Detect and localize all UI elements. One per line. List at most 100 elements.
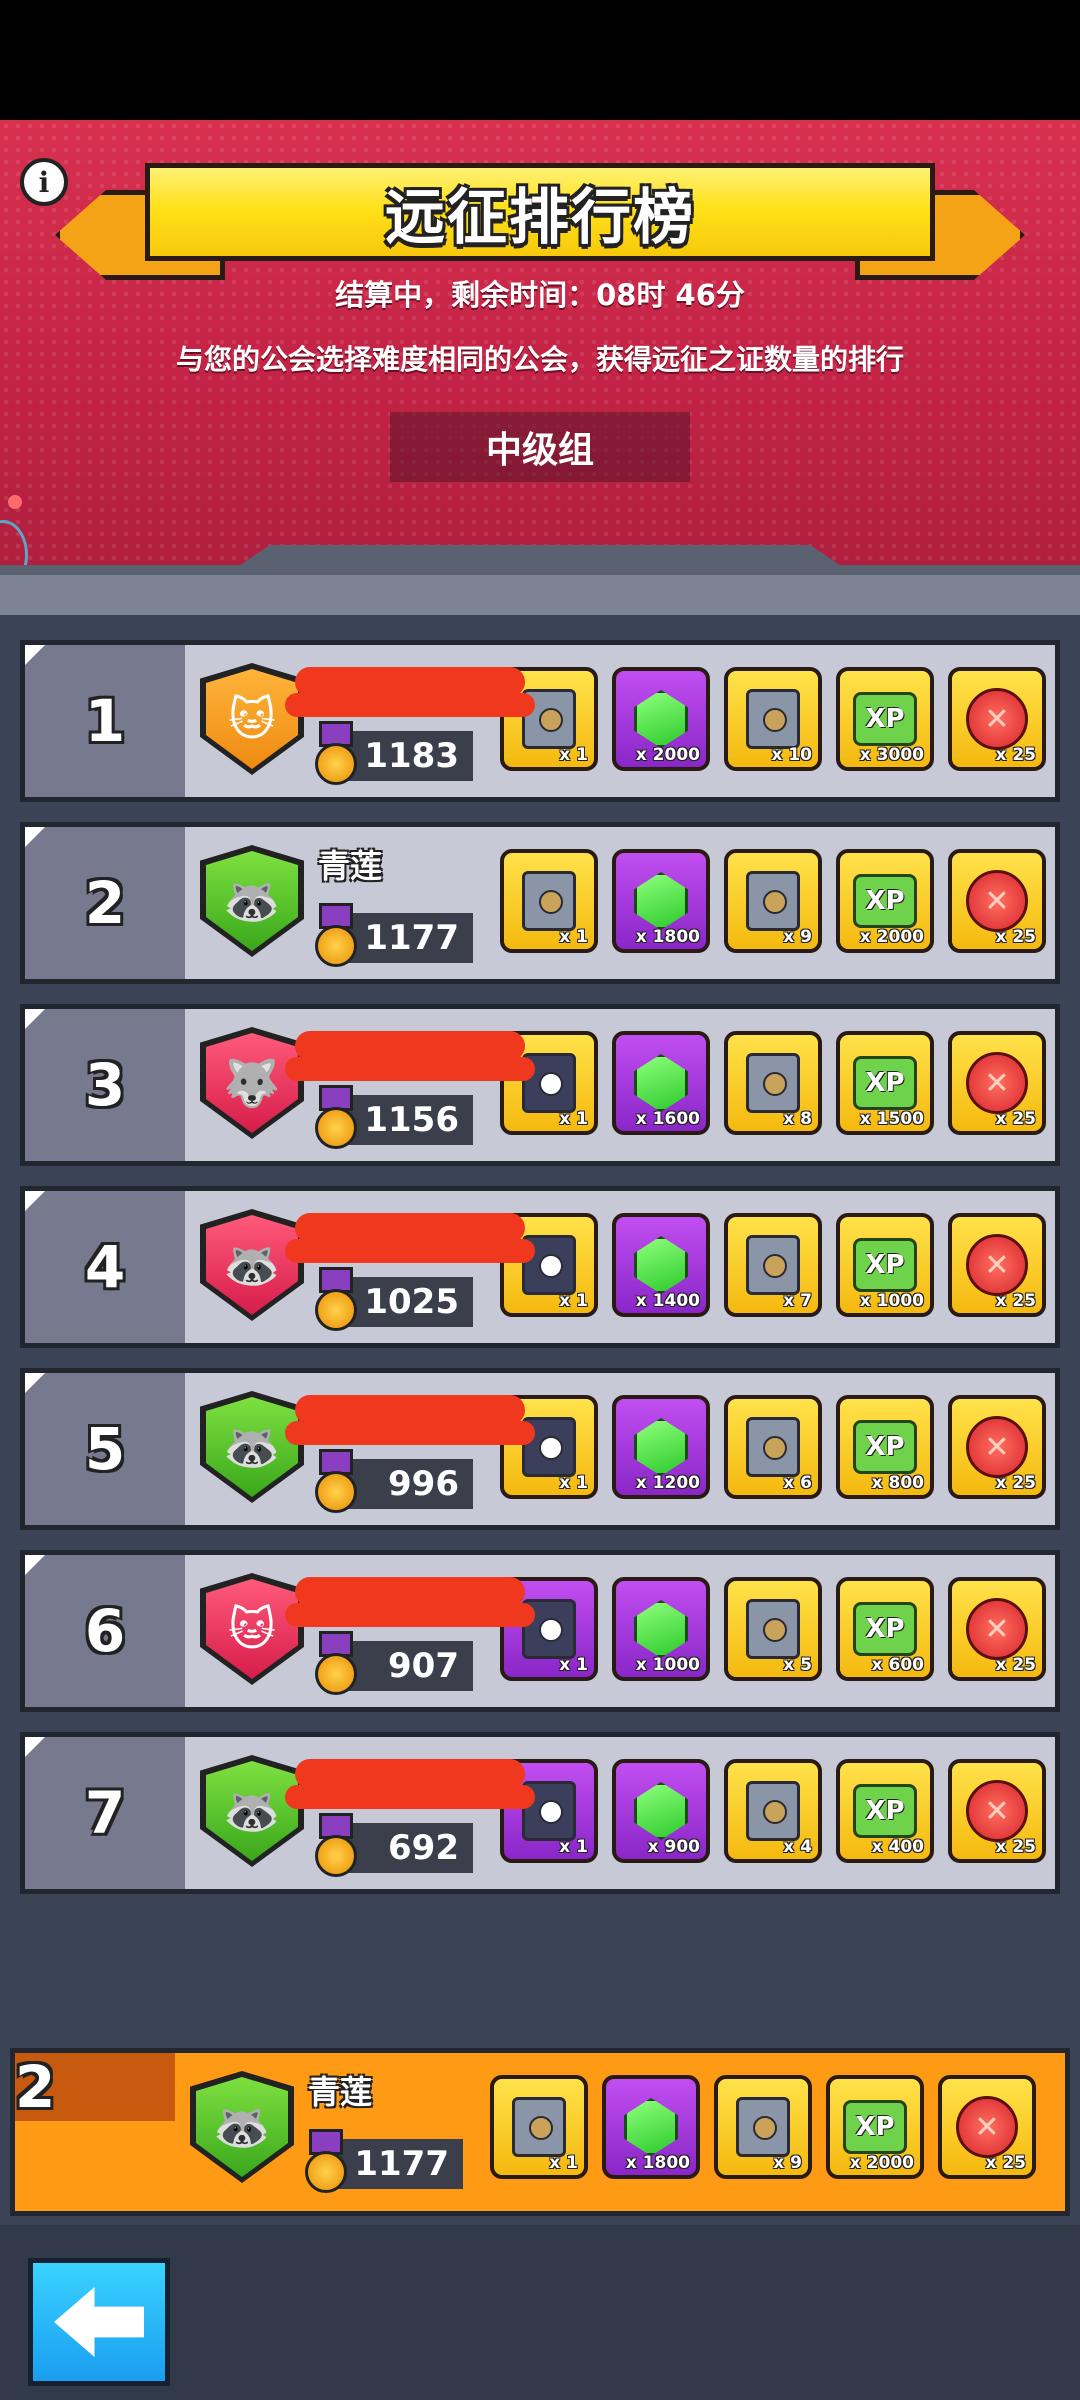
reward-gem[interactable]: x 900	[612, 1759, 710, 1863]
medal-coin	[315, 925, 357, 967]
gem-icon	[634, 1054, 688, 1112]
ranking-row[interactable]: 2 🦝 青莲 1177 x 1x 1800 x 9 XP x 2000 ✕ x 25	[20, 822, 1060, 984]
reward-xp[interactable]: XP x 2000	[826, 2075, 924, 2179]
reward-quantity: x 6	[783, 1473, 812, 1493]
reward-chest[interactable]: x 1	[500, 849, 598, 953]
reward-xp[interactable]: XP x 800	[836, 1395, 934, 1499]
reward-quantity: x 25	[995, 1291, 1036, 1311]
reward-xp[interactable]: XP x 3000	[836, 667, 934, 771]
reward-seal[interactable]: ✕ x 25	[938, 2075, 1036, 2179]
reward-chest[interactable]: x 4	[724, 1759, 822, 1863]
reward-gem[interactable]: x 1800	[612, 849, 710, 953]
group-label: 中级组	[390, 412, 690, 482]
rank-number: 6	[84, 1597, 126, 1665]
rank-badge: 1	[25, 645, 185, 797]
reward-gem[interactable]: x 1000	[612, 1577, 710, 1681]
reward-xp[interactable]: XP x 600	[836, 1577, 934, 1681]
back-button[interactable]	[28, 2258, 170, 2386]
ranking-row[interactable]: 5 🦝 996 x 1x 1200 x 6 XP x 800 ✕ x 25	[20, 1368, 1060, 1530]
medal-coin	[315, 743, 357, 785]
reward-gem[interactable]: x 1400	[612, 1213, 710, 1317]
reward-xp[interactable]: XP x 1000	[836, 1213, 934, 1317]
reward-chest[interactable]: x 5	[724, 1577, 822, 1681]
seal-icon: ✕	[966, 1052, 1028, 1114]
rank-badge: 2	[25, 827, 185, 979]
medal-icon	[309, 1267, 363, 1339]
rank-badge: 5	[25, 1373, 185, 1525]
reward-chest[interactable]: x 7	[724, 1213, 822, 1317]
reward-gem[interactable]: x 1600	[612, 1031, 710, 1135]
reward-quantity: x 2000	[849, 2153, 914, 2173]
seal-icon: ✕	[966, 870, 1028, 932]
medal-icon	[309, 1813, 363, 1885]
notification-dot	[8, 495, 22, 509]
reward-seal[interactable]: ✕ x 25	[948, 1395, 1046, 1499]
ranking-row[interactable]: 3 🐺 1156 x 1x 1600 x 8 XP x 1500 ✕ x 25	[20, 1004, 1060, 1166]
ranking-row[interactable]: 4 🦝 1025 x 1x 1400 x 7 XP x 1000 ✕ x 25	[20, 1186, 1060, 1348]
raccoon-icon: 🦝	[206, 851, 298, 951]
reward-seal[interactable]: ✕ x 25	[948, 849, 1046, 953]
reward-quantity: x 1600	[635, 1109, 700, 1129]
ranking-row[interactable]: 6 🐱 907 x 1x 1000 x 5 XP x 600 ✕ x 25	[20, 1550, 1060, 1712]
reward-list: x 1x 1600 x 8 XP x 1500 ✕ x 25	[500, 1031, 1055, 1141]
my-guild-row[interactable]: 2 🦝 青莲 1177 x 1x 1800 x 9 XP x 2000 ✕ x 25	[10, 2048, 1070, 2216]
medal-coin	[315, 1107, 357, 1149]
reward-quantity: x 25	[995, 745, 1036, 765]
reward-seal[interactable]: ✕ x 25	[948, 1031, 1046, 1135]
reward-seal[interactable]: ✕ x 25	[948, 667, 1046, 771]
reward-xp[interactable]: XP x 2000	[836, 849, 934, 953]
medal-icon	[299, 2129, 353, 2201]
xp-icon: XP	[853, 874, 917, 928]
gem-icon	[634, 1236, 688, 1294]
medal-icon	[309, 903, 363, 975]
medal-coin	[315, 1835, 357, 1877]
info-icon[interactable]: i	[20, 158, 68, 206]
reward-chest[interactable]: x 6	[724, 1395, 822, 1499]
reward-gem[interactable]: x 1800	[602, 2075, 700, 2179]
reward-gem[interactable]: x 2000	[612, 667, 710, 771]
reward-chest[interactable]: x 9	[724, 849, 822, 953]
xp-icon: XP	[853, 1056, 917, 1110]
rank-number: 3	[84, 1051, 126, 1119]
reward-xp[interactable]: XP x 1500	[836, 1031, 934, 1135]
reward-quantity: x 800	[871, 1473, 924, 1493]
raccoon-icon: 🦝	[206, 1215, 298, 1315]
guild-emblem: 🦝	[190, 2071, 294, 2183]
reward-chest[interactable]: x 10	[724, 667, 822, 771]
gem-icon	[634, 1782, 688, 1840]
reward-quantity: x 600	[871, 1655, 924, 1675]
reward-seal[interactable]: ✕ x 25	[948, 1759, 1046, 1863]
reward-quantity: x 9	[783, 927, 812, 947]
settle-timer: 结算中，剩余时间：08时 46分	[335, 278, 745, 312]
ranking-row[interactable]: 7 🦝 692 x 1x 900 x 4 XP x 400 ✕ x 25	[20, 1732, 1060, 1894]
reward-xp[interactable]: XP x 400	[836, 1759, 934, 1863]
guild-name: 青莲	[318, 847, 383, 885]
reward-seal[interactable]: ✕ x 25	[948, 1213, 1046, 1317]
ranking-row[interactable]: 1 🐱 1183 x 1x 2000 x 10 XP x 3000 ✕ x 25	[20, 640, 1060, 802]
chest-icon	[746, 1053, 800, 1113]
chest-icon	[746, 871, 800, 931]
medal-icon	[309, 1085, 363, 1157]
gem-icon	[634, 1418, 688, 1476]
rank-badge: 4	[25, 1191, 185, 1343]
reward-quantity: x 1000	[635, 1655, 700, 1675]
reward-chest[interactable]: x 9	[714, 2075, 812, 2179]
seal-icon: ✕	[966, 688, 1028, 750]
reward-seal[interactable]: ✕ x 25	[948, 1577, 1046, 1681]
medal-icon	[309, 1631, 363, 1703]
rank-badge: 7	[25, 1737, 185, 1889]
reward-quantity: x 400	[871, 1837, 924, 1857]
guild-name: 青莲	[308, 2073, 373, 2111]
gem-icon	[634, 690, 688, 748]
chest-icon	[746, 689, 800, 749]
reward-gem[interactable]: x 1200	[612, 1395, 710, 1499]
reward-list: x 1x 1000 x 5 XP x 600 ✕ x 25	[500, 1577, 1055, 1687]
rank-number: 4	[84, 1233, 126, 1301]
guild-emblem: 🐱	[200, 1573, 304, 1685]
reward-chest[interactable]: x 8	[724, 1031, 822, 1135]
xp-icon: XP	[853, 1420, 917, 1474]
reward-chest[interactable]: x 1	[490, 2075, 588, 2179]
reward-quantity: x 7	[783, 1291, 812, 1311]
reward-quantity: x 1200	[635, 1473, 700, 1493]
guild-emblem: 🦝	[200, 845, 304, 957]
